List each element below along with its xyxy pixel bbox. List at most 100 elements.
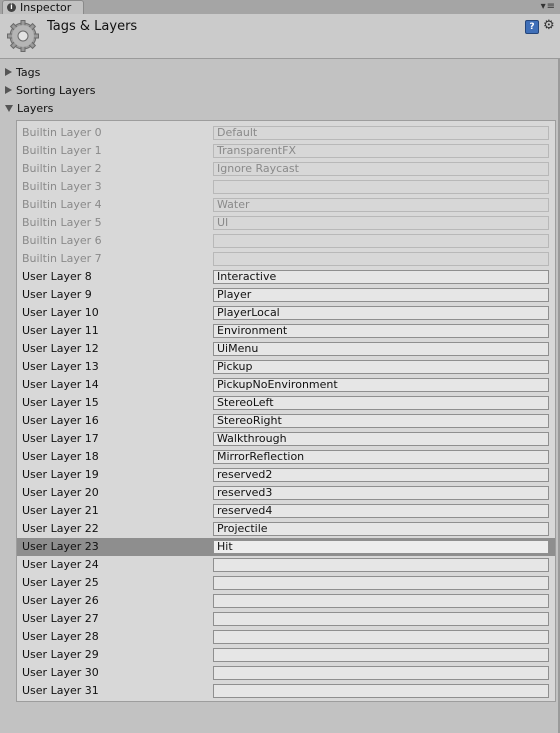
layer-label: Builtin Layer 2 [22, 162, 102, 175]
layer-row[interactable]: User Layer 30 [17, 664, 555, 682]
tab-menu-icon[interactable]: ▾≡ [541, 1, 556, 12]
layer-row[interactable]: Builtin Layer 7 [17, 250, 555, 268]
layer-row[interactable]: User Layer 13 Pickup [17, 358, 555, 376]
layer-label: User Layer 15 [22, 396, 99, 409]
layer-name-field[interactable]: Projectile [213, 522, 549, 536]
layer-name-field[interactable]: MirrorReflection [213, 450, 549, 464]
layer-label: User Layer 11 [22, 324, 99, 337]
layer-row[interactable]: User Layer 19 reserved2 [17, 466, 555, 484]
layer-label: User Layer 9 [22, 288, 92, 301]
layer-name-field[interactable] [213, 612, 549, 626]
layer-row[interactable]: Builtin Layer 4 Water [17, 196, 555, 214]
tab-inspector[interactable]: i Inspector [2, 0, 84, 14]
layer-label: Builtin Layer 0 [22, 126, 102, 139]
layer-row[interactable]: User Layer 23 Hit [17, 538, 555, 556]
settings-gear-icon[interactable]: ⚙ [543, 18, 555, 33]
layer-row[interactable]: User Layer 26 [17, 592, 555, 610]
layer-label: User Layer 25 [22, 576, 99, 589]
layer-label: User Layer 23 [22, 540, 99, 553]
layer-row[interactable]: Builtin Layer 1 TransparentFX [17, 142, 555, 160]
layer-label: User Layer 26 [22, 594, 99, 607]
layer-label: Builtin Layer 7 [22, 252, 102, 265]
layer-label: User Layer 18 [22, 450, 99, 463]
foldout-tags-label: Tags [16, 65, 41, 79]
layer-name-field[interactable] [213, 648, 549, 662]
layer-label: User Layer 19 [22, 468, 99, 481]
layer-label: User Layer 8 [22, 270, 92, 283]
layer-row[interactable]: User Layer 12 UiMenu [17, 340, 555, 358]
layers-list: Builtin Layer 0 Default Builtin Layer 1 Tra… [16, 120, 556, 702]
layer-row[interactable]: Builtin Layer 5 UI [17, 214, 555, 232]
layer-label: Builtin Layer 6 [22, 234, 102, 247]
layer-label: User Layer 12 [22, 342, 99, 355]
inspector-header: Tags & Layers ? ⚙ [0, 14, 560, 59]
layer-label: Builtin Layer 5 [22, 216, 102, 229]
layer-row[interactable]: Builtin Layer 6 [17, 232, 555, 250]
layer-name-field [213, 234, 549, 248]
layer-name-field[interactable]: Environment [213, 324, 549, 338]
layer-row[interactable]: User Layer 28 [17, 628, 555, 646]
layer-name-field[interactable]: UiMenu [213, 342, 549, 356]
layer-name-field[interactable]: Interactive [213, 270, 549, 284]
layer-row[interactable]: User Layer 15 StereoLeft [17, 394, 555, 412]
layer-label: User Layer 28 [22, 630, 99, 643]
layer-label: User Layer 14 [22, 378, 99, 391]
layer-row[interactable]: User Layer 21 reserved4 [17, 502, 555, 520]
layer-row[interactable]: User Layer 18 MirrorReflection [17, 448, 555, 466]
layer-name-field[interactable]: Player [213, 288, 549, 302]
layer-row[interactable]: User Layer 8 Interactive [17, 268, 555, 286]
layer-name-field[interactable]: Walkthrough [213, 432, 549, 446]
layer-label: User Layer 31 [22, 684, 99, 697]
layer-label: User Layer 22 [22, 522, 99, 535]
layer-label: User Layer 17 [22, 432, 99, 445]
collapse-arrow-icon [5, 105, 13, 112]
layer-row[interactable]: User Layer 10 PlayerLocal [17, 304, 555, 322]
layer-name-field[interactable] [213, 594, 549, 608]
foldout-sorting-layers[interactable]: Sorting Layers [5, 82, 95, 98]
layer-label: User Layer 13 [22, 360, 99, 373]
layer-label: User Layer 27 [22, 612, 99, 625]
layer-label: User Layer 10 [22, 306, 99, 319]
layer-row[interactable]: User Layer 20 reserved3 [17, 484, 555, 502]
layer-label: Builtin Layer 1 [22, 144, 102, 157]
layer-row[interactable]: Builtin Layer 0 Default [17, 124, 555, 142]
layer-name-field[interactable]: Hit [213, 540, 549, 554]
foldout-tags[interactable]: Tags [5, 64, 40, 80]
layer-name-field[interactable] [213, 630, 549, 644]
layer-row[interactable]: User Layer 31 [17, 682, 555, 700]
layer-row[interactable]: Builtin Layer 2 Ignore Raycast [17, 160, 555, 178]
layer-name-field[interactable]: reserved4 [213, 504, 549, 518]
layer-label: Builtin Layer 4 [22, 198, 102, 211]
layer-row[interactable]: User Layer 11 Environment [17, 322, 555, 340]
layer-name-field[interactable]: StereoRight [213, 414, 549, 428]
layer-name-field[interactable] [213, 666, 549, 680]
layer-row[interactable]: User Layer 24 [17, 556, 555, 574]
layer-name-field[interactable] [213, 558, 549, 572]
layer-name-field[interactable]: reserved3 [213, 486, 549, 500]
layer-name-field: Water [213, 198, 549, 212]
layer-name-field[interactable] [213, 576, 549, 590]
layer-name-field: TransparentFX [213, 144, 549, 158]
layer-name-field: Default [213, 126, 549, 140]
layer-row[interactable]: User Layer 29 [17, 646, 555, 664]
layer-row[interactable]: User Layer 16 StereoRight [17, 412, 555, 430]
layer-name-field[interactable]: Pickup [213, 360, 549, 374]
layer-name-field[interactable]: reserved2 [213, 468, 549, 482]
foldout-layers[interactable]: Layers [5, 100, 53, 116]
layer-name-field[interactable] [213, 684, 549, 698]
layer-name-field: UI [213, 216, 549, 230]
layer-name-field[interactable]: PlayerLocal [213, 306, 549, 320]
layer-row[interactable]: User Layer 17 Walkthrough [17, 430, 555, 448]
layer-row[interactable]: User Layer 9 Player [17, 286, 555, 304]
layer-row[interactable]: Builtin Layer 3 [17, 178, 555, 196]
layer-row[interactable]: User Layer 25 [17, 574, 555, 592]
layer-row[interactable]: User Layer 27 [17, 610, 555, 628]
help-icon[interactable]: ? [525, 20, 539, 34]
layer-name-field[interactable]: StereoLeft [213, 396, 549, 410]
layer-name-field[interactable]: PickupNoEnvironment [213, 378, 549, 392]
expand-arrow-icon [5, 86, 12, 94]
layer-label: Builtin Layer 3 [22, 180, 102, 193]
layer-row[interactable]: User Layer 22 Projectile [17, 520, 555, 538]
layer-row[interactable]: User Layer 14 PickupNoEnvironment [17, 376, 555, 394]
layer-label: User Layer 16 [22, 414, 99, 427]
